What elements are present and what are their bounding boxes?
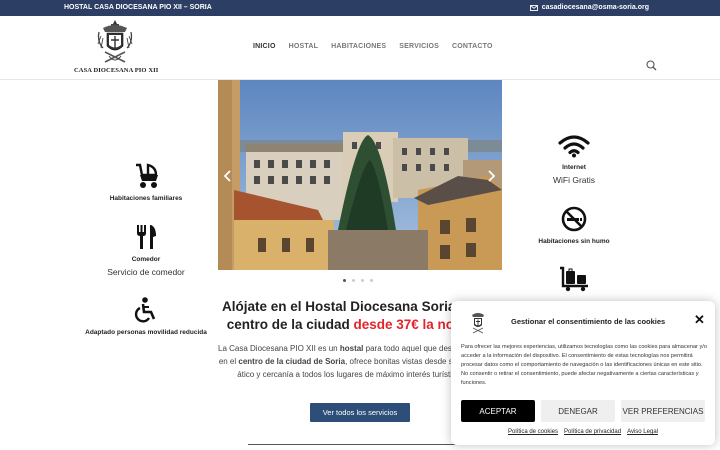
- nav-contacto[interactable]: CONTACTO: [452, 43, 493, 50]
- site-logo[interactable]: CASA DIOCESANA PIO XII: [74, 18, 159, 78]
- feature-no-smoking: Habitaciones sin humo: [522, 206, 626, 245]
- feature-internet: Internet WiFi Gratis: [522, 134, 626, 185]
- intro-text: en el: [218, 357, 239, 366]
- logo-text: CASA DIOCESANA PIO XII: [74, 67, 159, 74]
- legal-notice-link[interactable]: Aviso Legal: [627, 429, 658, 435]
- no-smoking-icon: [561, 206, 587, 232]
- hero-slider[interactable]: [218, 80, 502, 270]
- hero-photo: [218, 80, 502, 270]
- cookie-title: Gestionar el consentimiento de las cooki…: [511, 317, 666, 326]
- coat-of-arms-icon: [97, 20, 133, 63]
- slider-dots: [343, 279, 373, 282]
- slider-dot[interactable]: [361, 279, 364, 282]
- feature-subtitle: Servicio de comedor: [107, 267, 185, 277]
- feature-title: Habitaciones familiares: [109, 195, 183, 202]
- intro-paragraph: La Casa Diocesana PIO XII es un hostal p…: [218, 342, 482, 381]
- cookie-policy-link[interactable]: Política de cookies: [508, 429, 558, 435]
- feature-accessible: Adaptado personas movilidad reducida: [82, 297, 210, 336]
- intro-bold: centro de la ciudad de Soria: [238, 357, 346, 366]
- close-icon[interactable]: ✕: [694, 313, 705, 326]
- nav-habitaciones[interactable]: HABITACIONES: [331, 43, 386, 50]
- intro-line: ático y cercanía a todos los lugares de …: [237, 370, 463, 379]
- wifi-icon: [558, 135, 590, 158]
- coat-of-arms-icon: [472, 313, 484, 334]
- feature-family-rooms: Habitaciones familiares: [90, 163, 202, 202]
- nav-hostal[interactable]: HOSTAL: [289, 43, 318, 50]
- feature-title: Internet: [562, 164, 586, 171]
- nav-servicios[interactable]: SERVICIOS: [399, 43, 439, 50]
- search-button[interactable]: [646, 58, 657, 76]
- utensils-icon: [137, 225, 156, 249]
- main-headline: Alójate en el Hostal Diocesana Soria en …: [222, 298, 490, 334]
- feature-title: Habitaciones sin humo: [538, 238, 610, 245]
- privacy-policy-link[interactable]: Política de privacidad: [564, 429, 621, 435]
- view-services-button[interactable]: Ver todos los servicios: [310, 403, 410, 422]
- divider: [248, 444, 470, 445]
- slider-dot[interactable]: [343, 279, 346, 282]
- deny-button[interactable]: DENEGAR: [541, 400, 615, 422]
- luggage-cart-icon: [560, 266, 588, 292]
- intro-text: La Casa Diocesana PIO XII es un: [218, 344, 340, 353]
- slider-prev-arrow-icon[interactable]: [224, 170, 232, 182]
- cookie-logo: [467, 309, 489, 340]
- top-bar: HOSTAL CASA DIOCESANA PIO XII – SORIA ca…: [0, 0, 720, 16]
- nav-inicio[interactable]: INICIO: [253, 43, 276, 50]
- search-icon: [646, 60, 657, 71]
- site-header: CASA DIOCESANA PIO XII INICIO HOSTAL HAB…: [0, 16, 720, 80]
- preferences-button[interactable]: VER PREFERENCIAS: [621, 400, 705, 422]
- accept-button[interactable]: ACEPTAR: [461, 400, 535, 422]
- main-nav: INICIO HOSTAL HABITACIONES SERVICIOS CON…: [253, 43, 493, 50]
- envelope-icon: [529, 4, 538, 11]
- wheelchair-icon: [134, 297, 156, 323]
- headline-text: centro de la ciudad: [226, 317, 354, 332]
- feature-title: Adaptado personas movilidad reducida: [85, 329, 207, 336]
- cookie-text: Para ofrecer las mejores experiencias, u…: [461, 344, 707, 386]
- intro-line: en el centro de la ciudad de Soria, ofre…: [218, 355, 482, 368]
- intro-bold: hostal: [339, 344, 364, 353]
- intro-line: La Casa Diocesana PIO XII es un hostal p…: [218, 342, 482, 355]
- email-text: casadiocesana@osma-soria.org: [541, 4, 649, 11]
- headline-line: centro de la ciudad desde 37€ la noche: [222, 316, 482, 334]
- slider-dot[interactable]: [352, 279, 355, 282]
- feature-dining: Comedor Servicio de comedor: [90, 224, 202, 277]
- site-title: HOSTAL CASA DIOCESANA PIO XII – SORIA: [64, 4, 212, 11]
- slider-next-arrow-icon[interactable]: [487, 170, 495, 182]
- baby-stroller-icon: [136, 163, 158, 188]
- feature-title: Comedor: [131, 256, 161, 263]
- email-link[interactable]: casadiocesana@osma-soria.org: [529, 4, 649, 11]
- cookie-links: Política de cookies Política de privacid…: [451, 429, 715, 435]
- feature-subtitle: WiFi Gratis: [552, 175, 596, 185]
- slider-dot[interactable]: [370, 279, 373, 282]
- headline-line: Alójate en el Hostal Diocesana Soria en …: [222, 299, 490, 314]
- cookie-consent-dialog: Gestionar el consentimiento de las cooki…: [451, 301, 715, 445]
- feature-luggage: [522, 266, 626, 298]
